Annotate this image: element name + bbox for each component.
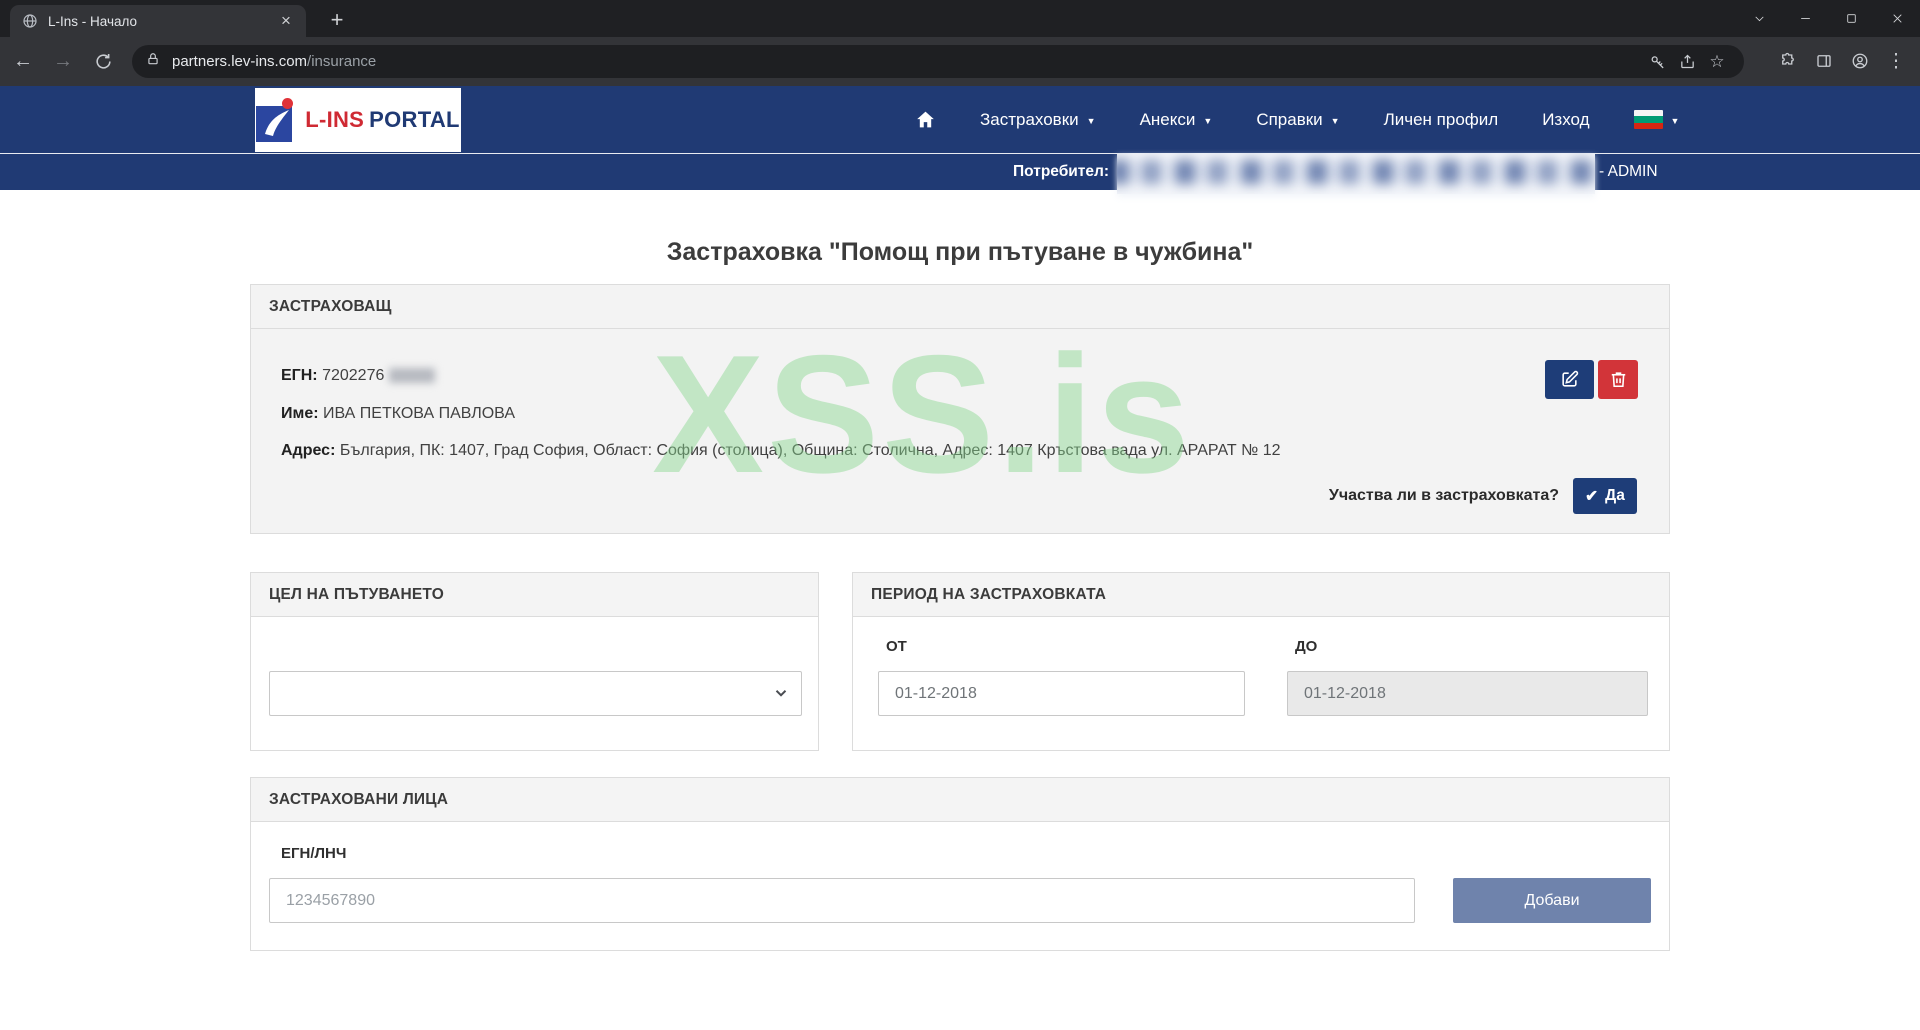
side-panel-icon[interactable] (1806, 44, 1842, 78)
chevron-down-icon: ▼ (1330, 115, 1340, 126)
password-key-icon[interactable] (1642, 47, 1672, 77)
browser-tab[interactable]: L-Ins - Начало × (10, 5, 306, 37)
profile-avatar-icon[interactable] (1842, 44, 1878, 78)
tab-close-icon[interactable]: × (276, 11, 296, 31)
egn-row: ЕГН: 7202276 (281, 367, 436, 385)
period-card-header: ПЕРИОД НА ЗАСТРАХОВКАТА (853, 573, 1669, 617)
tab-title: L-Ins - Начало (48, 13, 138, 29)
edit-insurer-button[interactable] (1545, 360, 1594, 399)
purpose-select[interactable] (269, 671, 802, 716)
window-maximize-button[interactable] (1828, 0, 1874, 37)
nav-item-insurances[interactable]: Застраховки ▼ (980, 110, 1096, 130)
logo-icon (256, 98, 296, 142)
browser-menu-icon[interactable]: ⋮ (1878, 44, 1914, 78)
purpose-card: ЦЕЛ НА ПЪТУВАНЕТО (250, 572, 819, 751)
site-navbar: L-INS PORTAL Застраховки ▼ Анекси ▼ Справ… (0, 86, 1920, 153)
period-to-input[interactable] (1287, 671, 1648, 716)
bookmark-star-icon[interactable]: ☆ (1702, 47, 1732, 77)
blurred-egn-digits (389, 368, 436, 384)
new-tab-button[interactable]: + (322, 5, 352, 35)
nav-item-annexes[interactable]: Анекси ▼ (1140, 110, 1213, 130)
insurer-card: ЗАСТРАХОВАЩ ЕГН: 7202276 Име: ИВА ПЕТКОВ… (250, 284, 1670, 534)
toolbar-right-icons: ⋮ (1770, 44, 1914, 78)
language-selector[interactable]: ▼ (1633, 110, 1680, 129)
window-close-button[interactable] (1874, 0, 1920, 37)
extensions-puzzle-icon[interactable] (1770, 44, 1806, 78)
insured-egn-input[interactable] (269, 878, 1415, 923)
period-from-input[interactable] (878, 671, 1245, 716)
share-icon[interactable] (1672, 47, 1702, 77)
check-icon: ✔ (1585, 487, 1599, 505)
insured-card-header: ЗАСТРАХОВАНИ ЛИЦА (251, 778, 1669, 822)
blurred-username (1117, 153, 1595, 194)
nav-item-logout[interactable]: Изход (1542, 110, 1589, 130)
page-title: Застраховка "Помощ при пътуване в чужбин… (666, 238, 1254, 266)
window-dropdown-icon[interactable] (1736, 0, 1782, 37)
main-menu: Застраховки ▼ Анекси ▼ Справки ▼ Личен п… (915, 86, 1679, 153)
refresh-button[interactable] (86, 45, 120, 79)
window-controls (1736, 0, 1920, 37)
edit-pencil-icon (1560, 370, 1579, 389)
chevron-down-icon: ▼ (1203, 115, 1213, 126)
bulgarian-flag-icon (1633, 110, 1663, 129)
period-to-label: ДО (1295, 638, 1318, 655)
insured-card: ЗАСТРАХОВАНИ ЛИЦА ЕГН/ЛНЧ Добави (250, 777, 1670, 951)
globe-favicon-icon (22, 13, 38, 29)
period-card: ПЕРИОД НА ЗАСТРАХОВКАТА ОТ ДО (852, 572, 1670, 751)
nav-home-icon[interactable] (915, 109, 936, 130)
nav-item-profile[interactable]: Личен профил (1384, 110, 1499, 130)
user-role: - ADMIN (1599, 163, 1658, 180)
site-logo[interactable]: L-INS PORTAL (255, 88, 461, 152)
purpose-card-header: ЦЕЛ НА ПЪТУВАНЕТО (251, 573, 818, 617)
browser-window: L-Ins - Начало × + ← → partners.lev-ins.… (0, 0, 1920, 1030)
participates-yes-button[interactable]: ✔ Да (1573, 478, 1637, 514)
lock-icon[interactable] (146, 52, 160, 71)
window-minimize-button[interactable] (1782, 0, 1828, 37)
chevron-down-icon: ▼ (1670, 115, 1680, 126)
add-insured-button[interactable]: Добави (1453, 878, 1651, 923)
browser-toolbar: ← → partners.lev-ins.com/insurance ☆ ⋮ (0, 37, 1920, 86)
insurer-card-header: ЗАСТРАХОВАЩ (251, 285, 1669, 329)
user-label: Потребител: (1013, 163, 1110, 180)
chevron-down-icon: ▼ (1086, 115, 1096, 126)
nav-item-reports[interactable]: Справки ▼ (1256, 110, 1339, 130)
url-host: partners.lev-ins.com (172, 53, 308, 70)
user-bar: Потребител: - ADMIN (0, 153, 1920, 194)
delete-insurer-button[interactable] (1598, 360, 1638, 399)
logo-text: L-INS PORTAL (305, 107, 460, 132)
forward-button[interactable]: → (46, 45, 80, 79)
trash-icon (1609, 370, 1628, 389)
url-path: /insurance (307, 53, 377, 70)
address-row: Адрес: България, ПК: 1407, Град София, О… (281, 442, 1281, 459)
url-text: partners.lev-ins.com/insurance (172, 53, 1642, 70)
participates-label: Участва ли в застраховката? (1328, 487, 1559, 504)
browser-tab-bar: L-Ins - Начало × + (0, 0, 1920, 37)
purpose-select-wrap (269, 671, 802, 716)
back-button[interactable]: ← (6, 45, 40, 79)
period-from-label: ОТ (886, 638, 907, 655)
address-bar[interactable]: partners.lev-ins.com/insurance ☆ (132, 45, 1744, 78)
insured-egn-label: ЕГН/ЛНЧ (281, 845, 347, 862)
name-row: Име: ИВА ПЕТКОВА ПАВЛОВА (281, 405, 515, 422)
